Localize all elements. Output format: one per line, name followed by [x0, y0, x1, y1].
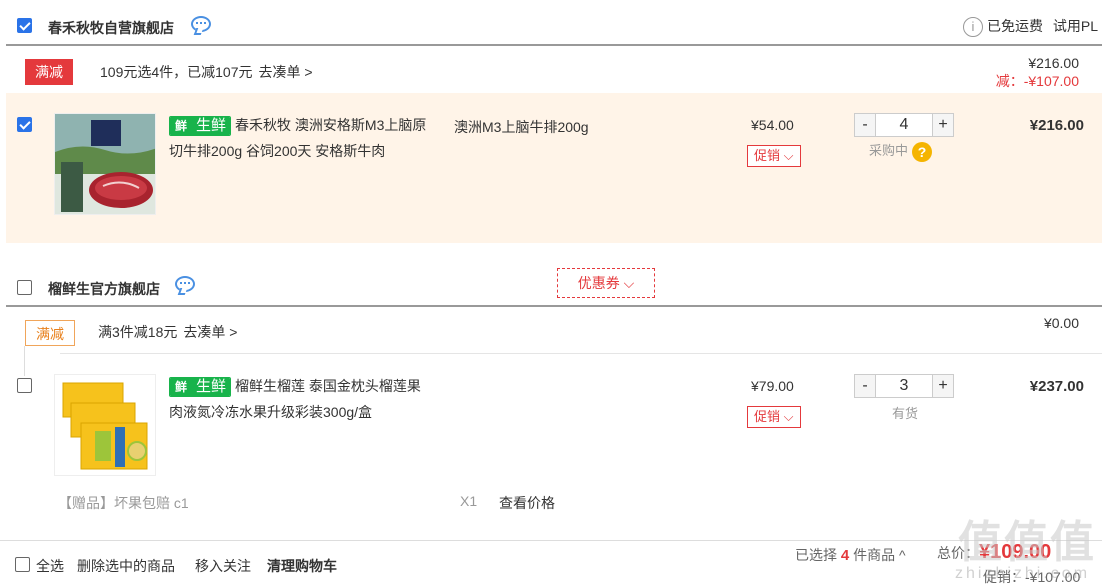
promo-link[interactable]: 去凑单 >	[259, 64, 313, 80]
select-all-checkbox[interactable]	[15, 557, 30, 572]
gift-count: X1	[460, 493, 478, 509]
fresh-icon: 鲜	[170, 117, 192, 136]
product-image[interactable]	[54, 113, 156, 215]
shop1-divider	[6, 44, 1102, 46]
move-to-follow-link[interactable]: 移入关注	[195, 556, 251, 576]
promo-connector	[24, 346, 25, 376]
item2-quantity-stepper[interactable]: - 3 +	[854, 374, 954, 398]
item2-promo-button[interactable]: 促销 ⌵	[747, 406, 801, 428]
shop1-name[interactable]: 春禾秋牧自营旗舰店	[48, 18, 174, 38]
selected-summary[interactable]: 已选择 4 件商品 ^	[795, 545, 906, 565]
chat-icon[interactable]	[175, 276, 195, 292]
gift-label: 【赠品】坏果包赔 c1	[58, 495, 189, 511]
coupon-button[interactable]: 优惠券 ⌵	[557, 268, 655, 298]
help-icon[interactable]: ?	[912, 141, 933, 162]
trial-text[interactable]: 试用PL	[1053, 18, 1098, 34]
chevron-down-icon: ⌵	[783, 409, 794, 424]
item1-subtotal: ¥216.00	[1029, 117, 1084, 134]
promo-tag: 满减	[25, 59, 73, 85]
fresh-badge: 鲜生鲜	[169, 377, 232, 398]
shop1-checkbox[interactable]	[17, 18, 32, 33]
item1-quantity-stepper[interactable]: - 4 +	[854, 113, 954, 137]
chat-icon[interactable]	[191, 16, 211, 32]
clear-cart-link[interactable]: 清理购物车	[267, 556, 337, 576]
item2-unit-price: ¥79.00	[751, 378, 794, 394]
shipping-info: i 已免运费 试用PL	[963, 16, 1098, 38]
fresh-icon: 鲜	[170, 378, 192, 397]
delete-selected-link[interactable]: 删除选中的商品	[77, 556, 175, 576]
cart-footer: 全选 删除选中的商品 移入关注 清理购物车 已选择 4 件商品 ^ 总价：¥10…	[0, 540, 1102, 587]
gift-price-link[interactable]: 查看价格	[499, 493, 555, 513]
shop2-checkbox[interactable]	[17, 280, 32, 295]
item1-title[interactable]: 鲜生鲜 春禾秋牧 澳洲安格斯M3上脑原切牛排200g 谷饲200天 安格斯牛肉	[169, 112, 431, 164]
increase-button[interactable]: +	[933, 114, 953, 136]
decrease-button[interactable]: -	[855, 114, 875, 136]
info-icon[interactable]: i	[963, 17, 983, 38]
item1-stock: 采购中?	[869, 140, 933, 162]
chevron-down-icon: ⌵	[623, 275, 635, 291]
shop2-name[interactable]: 榴鲜生官方旗舰店	[48, 279, 160, 299]
quantity-input[interactable]: 3	[875, 375, 933, 397]
watermark-url: zhizhizhi.com	[955, 565, 1091, 582]
item1-checkbox[interactable]	[17, 117, 32, 132]
watermark-logo: 值值值	[958, 518, 1096, 567]
item1-promo-button[interactable]: 促销 ⌵	[747, 145, 801, 167]
promo-total: ¥216.00	[1028, 55, 1079, 71]
selected-count: 4	[840, 547, 850, 564]
product-image[interactable]	[54, 374, 156, 476]
promo-desc: 109元选4件，已减107元	[100, 64, 253, 80]
promo-divider	[60, 353, 1102, 354]
quantity-input[interactable]: 4	[875, 114, 933, 136]
item2-title[interactable]: 鲜生鲜 榴鲜生榴莲 泰国金枕头榴莲果肉液氮冷冻水果升级彩装300g/盒	[169, 373, 431, 425]
promo-text: 109元选4件，已减107元 去凑单 >	[100, 62, 313, 82]
shop2-divider	[6, 305, 1102, 307]
select-all-label[interactable]: 全选	[36, 556, 64, 576]
promo-desc: 满3件减18元	[98, 324, 178, 340]
item1-spec: 澳洲M3上脑牛排200g	[454, 119, 589, 135]
increase-button[interactable]: +	[933, 375, 953, 397]
promo-total: ¥0.00	[1043, 315, 1079, 331]
decrease-button[interactable]: -	[855, 375, 875, 397]
promo-link[interactable]: 去凑单 >	[183, 324, 237, 340]
item2-checkbox[interactable]	[17, 378, 32, 393]
item2-stock: 有货	[892, 406, 919, 421]
fresh-badge: 鲜生鲜	[169, 116, 232, 137]
shipping-text: 已免运费	[987, 18, 1043, 34]
chevron-down-icon: ⌵	[783, 148, 794, 163]
promo-discount: 减：-¥107.00	[995, 73, 1079, 89]
item1-unit-price: ¥54.00	[751, 117, 794, 133]
promo-tag: 满减	[25, 320, 75, 346]
promo-text: 满3件减18元 去凑单 >	[98, 322, 237, 342]
item2-subtotal: ¥237.00	[1029, 378, 1084, 395]
